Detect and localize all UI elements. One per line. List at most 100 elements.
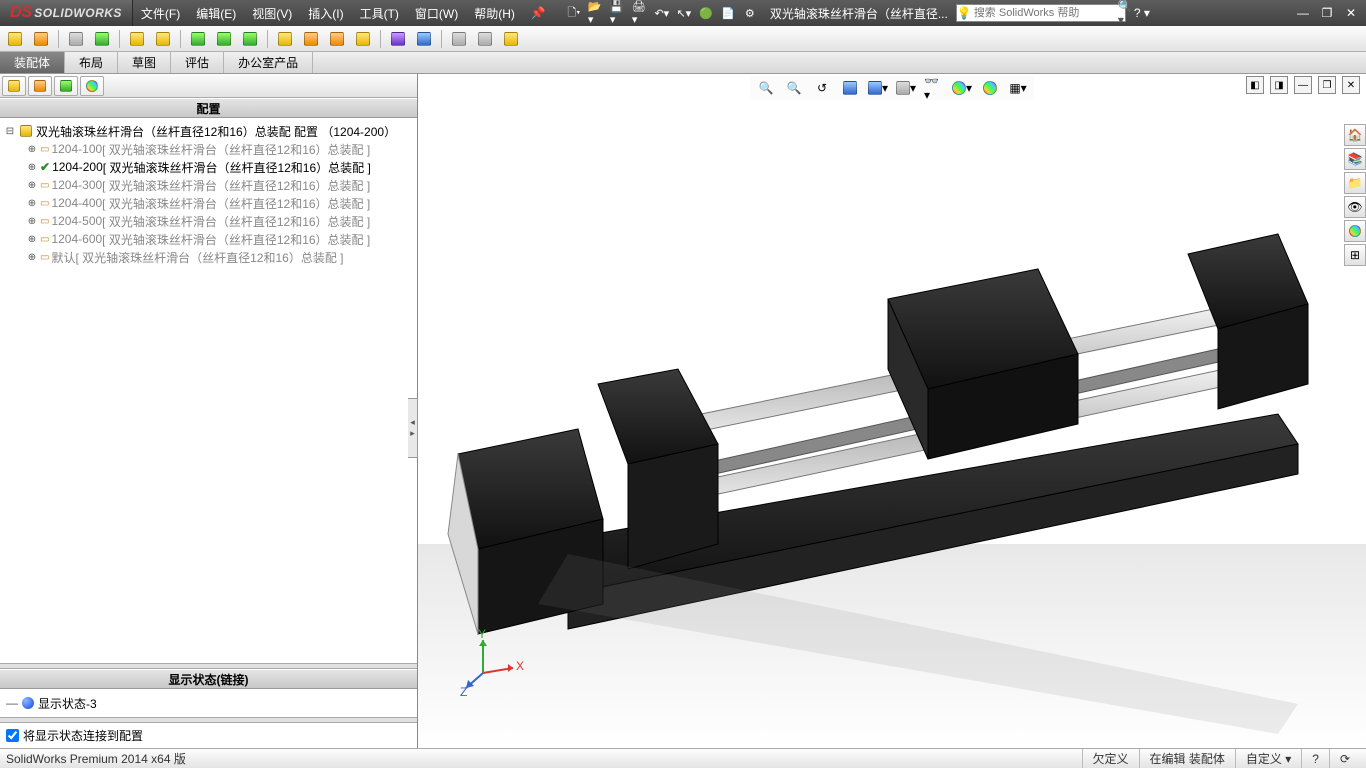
status-custom[interactable]: 自定义 ▾: [1235, 749, 1301, 768]
tb-new-assembly-icon[interactable]: [30, 28, 52, 50]
tb-measure-icon[interactable]: [448, 28, 470, 50]
maximize-button[interactable]: ❐: [1318, 6, 1336, 20]
tree-tab-config-icon[interactable]: [54, 76, 78, 96]
new-doc-icon[interactable]: 🗋▾: [566, 5, 582, 21]
tb-hide-icon[interactable]: [274, 28, 296, 50]
view-settings-icon[interactable]: ▦▾: [1008, 78, 1028, 98]
menu-window[interactable]: 窗口(W): [407, 0, 466, 26]
menu-help[interactable]: 帮助(H): [466, 0, 523, 26]
tb-ref-icon[interactable]: [500, 28, 522, 50]
taskpane-home-icon[interactable]: 🏠: [1344, 124, 1366, 146]
select-icon[interactable]: ↖▾: [676, 5, 692, 21]
save-icon[interactable]: 💾▾: [610, 5, 626, 21]
appearance-icon[interactable]: ▾: [952, 78, 972, 98]
config-item[interactable]: ⊕▭1204-500 [ 双光轴滚珠丝杆滑台（丝杆直径12和16）总装配 ]: [2, 212, 415, 230]
logo-ds-icon: DS: [10, 4, 32, 22]
tb-move-icon[interactable]: [187, 28, 209, 50]
tab-sketch[interactable]: 草图: [118, 52, 171, 73]
tb-show-icon[interactable]: [300, 28, 322, 50]
tb-copy-icon[interactable]: [239, 28, 261, 50]
tree-tab-appearance-icon[interactable]: [80, 76, 104, 96]
tree-tab-property-icon[interactable]: [28, 76, 52, 96]
tb-interfere-icon[interactable]: [387, 28, 409, 50]
config-item[interactable]: ⊕▭1204-400 [ 双光轴滚珠丝杆滑台（丝杆直径12和16）总装配 ]: [2, 194, 415, 212]
zoom-area-icon[interactable]: 🔍: [784, 78, 804, 98]
tb-clearance-icon[interactable]: [413, 28, 435, 50]
open-doc-icon[interactable]: 📂▾: [588, 5, 604, 21]
expand-icon[interactable]: ⊕: [26, 216, 38, 227]
menu-file[interactable]: 文件(F): [133, 0, 188, 26]
search-magnify-icon[interactable]: 🔍▾: [1118, 0, 1133, 27]
help-search[interactable]: 💡 🔍▾: [956, 4, 1126, 22]
config-item[interactable]: ⊕▭1204-600 [ 双光轴滚珠丝杆滑台（丝杆直径12和16）总装配 ]: [2, 230, 415, 248]
taskpane-file-icon[interactable]: 📁: [1344, 172, 1366, 194]
expand-icon[interactable]: ⊕: [26, 162, 38, 173]
tb-pattern-icon[interactable]: [126, 28, 148, 50]
graphics-viewport[interactable]: X Y Z 🔍 🔍 ↺ ▾ ▾ 👓▾ ▾ ▦▾ ◧ ◨ — ❐ ✕: [418, 74, 1366, 748]
menu-tools[interactable]: 工具(T): [352, 0, 407, 26]
menu-pin-icon[interactable]: 📌: [523, 0, 554, 26]
rebuild-icon[interactable]: 🟢: [698, 5, 714, 21]
vp-maximize-icon[interactable]: ❐: [1318, 76, 1336, 94]
expand-icon[interactable]: ⊕: [26, 252, 38, 263]
tb-smart-icon[interactable]: [152, 28, 174, 50]
config-item[interactable]: ⊕▭1204-300 [ 双光轴滚珠丝杆滑台（丝杆直径12和16）总装配 ]: [2, 176, 415, 194]
vp-prev-icon[interactable]: ◧: [1246, 76, 1264, 94]
taskpane-custom-icon[interactable]: ⊞: [1344, 244, 1366, 266]
taskpane-view-icon[interactable]: 👁: [1344, 196, 1366, 218]
vp-next-icon[interactable]: ◨: [1270, 76, 1288, 94]
prev-view-icon[interactable]: ↺: [812, 78, 832, 98]
config-tree[interactable]: ⊟ 双光轴滚珠丝杆滑台（丝杆直径12和16）总装配 配置 （1204-200） …: [0, 118, 417, 663]
config-item[interactable]: ⊕▭默认 [ 双光轴滚珠丝杆滑台（丝杆直径12和16）总装配 ]: [2, 248, 415, 266]
zoom-fit-icon[interactable]: 🔍: [756, 78, 776, 98]
config-item[interactable]: ⊕✔1204-200 [ 双光轴滚珠丝杆滑台（丝杆直径12和16）总装配 ]: [2, 158, 415, 176]
tab-layout[interactable]: 布局: [65, 52, 118, 73]
menu-insert[interactable]: 插入(I): [300, 0, 351, 26]
section-view-icon[interactable]: [840, 78, 860, 98]
tb-rotate-icon[interactable]: [213, 28, 235, 50]
tab-assembly[interactable]: 装配体: [0, 52, 65, 73]
display-style-icon[interactable]: ▾: [896, 78, 916, 98]
help-question-icon[interactable]: ? ▾: [1134, 6, 1150, 20]
taskpane-library-icon[interactable]: 📚: [1344, 148, 1366, 170]
tb-isolate-icon[interactable]: [326, 28, 348, 50]
ds-expand-icon[interactable]: —: [6, 696, 18, 710]
display-state-row[interactable]: — 显示状态-3: [6, 693, 411, 713]
tab-office[interactable]: 办公室产品: [224, 52, 313, 73]
close-button[interactable]: ✕: [1342, 6, 1360, 20]
tree-tab-feature-icon[interactable]: [2, 76, 26, 96]
options-icon[interactable]: 📄: [720, 5, 736, 21]
config-item[interactable]: ⊕▭1204-100 [ 双光轴滚珠丝杆滑台（丝杆直径12和16）总装配 ]: [2, 140, 415, 158]
link-ds-checkbox[interactable]: [6, 729, 19, 742]
config-root-row[interactable]: ⊟ 双光轴滚珠丝杆滑台（丝杆直径12和16）总装配 配置 （1204-200）: [2, 122, 415, 140]
expand-icon[interactable]: ⊕: [26, 198, 38, 209]
view-orient-icon[interactable]: ▾: [868, 78, 888, 98]
tb-bom-icon[interactable]: [474, 28, 496, 50]
expand-icon[interactable]: ⊕: [26, 180, 38, 191]
status-help-icon[interactable]: ?: [1301, 749, 1329, 768]
settings-icon[interactable]: ⚙: [742, 5, 758, 21]
status-rebuild-icon[interactable]: ⟳: [1329, 749, 1360, 768]
expand-icon[interactable]: ⊟: [4, 126, 16, 137]
expand-icon[interactable]: ⊕: [26, 144, 38, 155]
main-menu: 文件(F) 编辑(E) 视图(V) 插入(I) 工具(T) 窗口(W) 帮助(H…: [133, 0, 554, 26]
tb-explode-icon[interactable]: [352, 28, 374, 50]
taskpane-appearance-icon[interactable]: [1344, 220, 1366, 242]
scene-icon[interactable]: [980, 78, 1000, 98]
expand-icon[interactable]: ⊕: [26, 234, 38, 245]
tb-mate-icon[interactable]: [91, 28, 113, 50]
undo-icon[interactable]: ↶▾: [654, 5, 670, 21]
tb-link-icon[interactable]: [65, 28, 87, 50]
print-icon[interactable]: 🖨▾: [632, 5, 648, 21]
display-state-body: — 显示状态-3: [0, 689, 417, 717]
minimize-button[interactable]: —: [1294, 6, 1312, 20]
menu-view[interactable]: 视图(V): [244, 0, 300, 26]
help-search-input[interactable]: [972, 7, 1118, 19]
tb-new-part-icon[interactable]: [4, 28, 26, 50]
orientation-triad[interactable]: X Y Z: [458, 628, 528, 698]
hide-show-icon[interactable]: 👓▾: [924, 78, 944, 98]
vp-minimize-icon[interactable]: —: [1294, 76, 1312, 94]
panel-collapse-handle[interactable]: ◂▸: [408, 398, 418, 458]
tab-evaluate[interactable]: 评估: [171, 52, 224, 73]
menu-edit[interactable]: 编辑(E): [188, 0, 244, 26]
